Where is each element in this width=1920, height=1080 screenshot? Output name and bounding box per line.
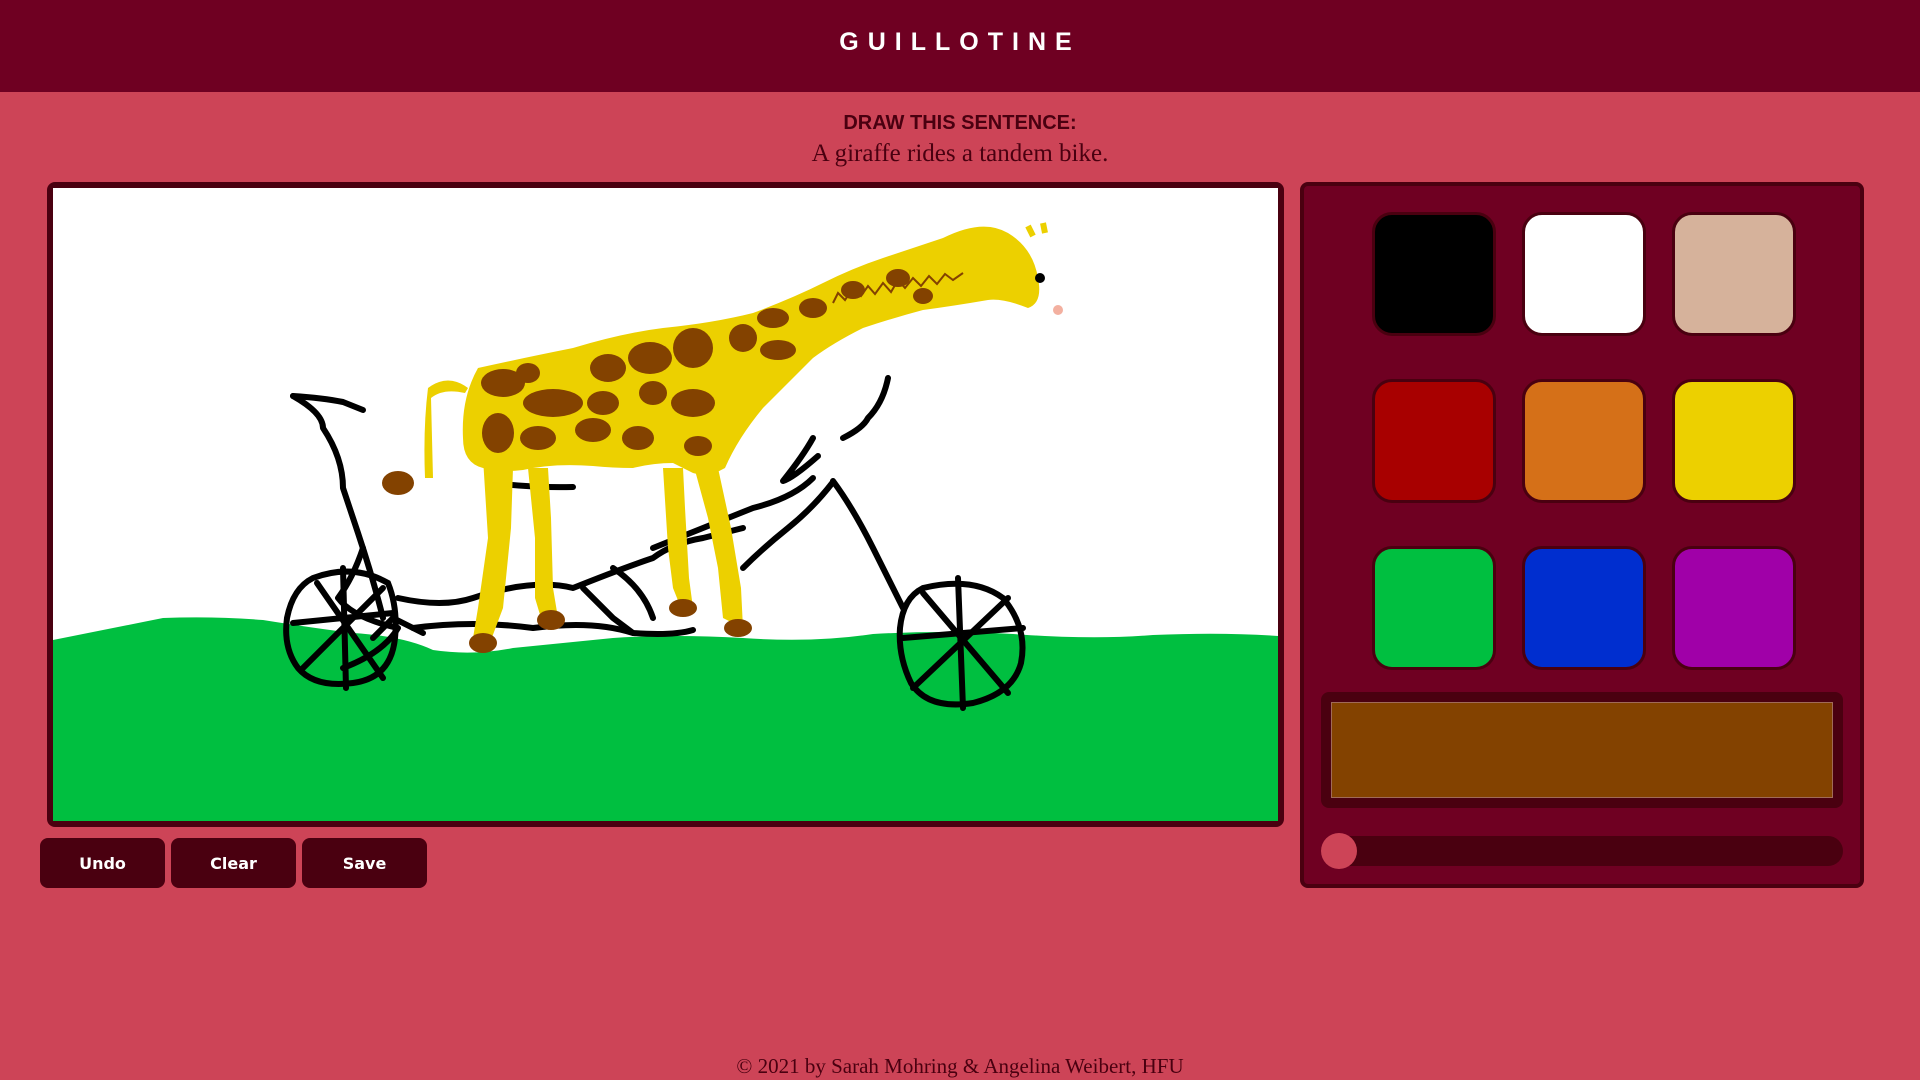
color-swatch-green[interactable]: [1372, 546, 1496, 670]
undo-button[interactable]: Undo: [40, 838, 165, 888]
current-color-fill: [1331, 702, 1833, 798]
current-color-display: [1321, 692, 1843, 808]
color-swatch-red[interactable]: [1372, 379, 1496, 503]
clear-button[interactable]: Clear: [171, 838, 296, 888]
grass-drawing: [53, 617, 1278, 821]
top-bar: GUILLOTINE: [0, 0, 1920, 92]
brush-size-slider-thumb[interactable]: [1321, 833, 1357, 869]
color-palette: [1300, 182, 1864, 888]
color-swatch-beige[interactable]: [1672, 212, 1796, 336]
color-swatch-blue[interactable]: [1522, 546, 1646, 670]
footer-copyright: © 2021 by Sarah Mohring & Angelina Weibe…: [736, 1054, 1184, 1078]
app-title: GUILLOTINE: [839, 27, 1081, 56]
drawing-canvas-frame: [47, 182, 1284, 827]
save-button[interactable]: Save: [302, 838, 427, 888]
brush-size-slider[interactable]: [1321, 833, 1843, 869]
color-swatch-black[interactable]: [1372, 212, 1496, 336]
color-swatch-yellow[interactable]: [1672, 379, 1796, 503]
color-swatch-purple[interactable]: [1672, 546, 1796, 670]
drawing-canvas[interactable]: [53, 188, 1278, 821]
prompt-sentence: A giraffe rides a tandem bike.: [811, 140, 1109, 167]
prompt-heading: DRAW THIS SENTENCE:: [843, 112, 1077, 134]
color-swatch-white[interactable]: [1522, 212, 1646, 336]
color-swatch-orange[interactable]: [1522, 379, 1646, 503]
